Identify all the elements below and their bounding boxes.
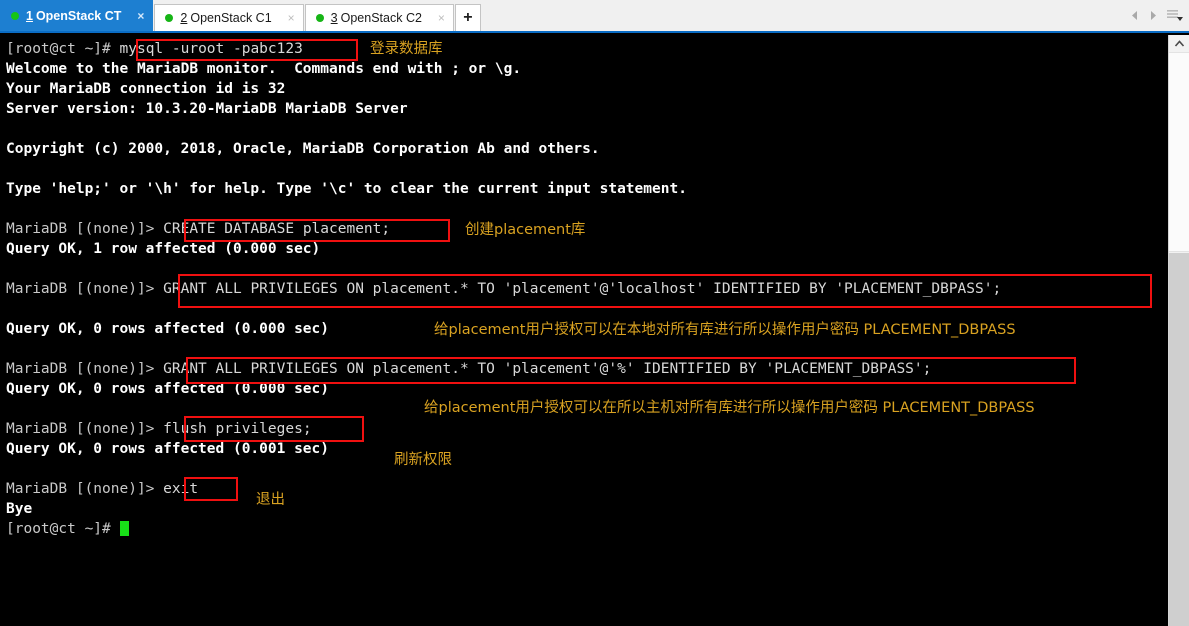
tab-bar: 1 OpenStack CT × 2 OpenStack C1 × 3 Open…: [0, 0, 1189, 33]
close-icon[interactable]: ×: [286, 12, 297, 24]
grant-localhost-command: GRANT ALL PRIVILEGES ON placement.* TO '…: [163, 281, 1002, 297]
tab-number: 1: [26, 9, 33, 23]
terminal-line: MariaDB [(none)]> exit: [6, 479, 1168, 499]
annotation-grant-localhost: 给placement用户授权可以在本地对所有库进行所以操作用户密码 PLACEM…: [434, 322, 1016, 338]
annotation-login-db: 登录数据库: [370, 41, 443, 57]
flush-privileges-command: flush privileges;: [163, 421, 312, 437]
terminal-line: MariaDB [(none)]> GRANT ALL PRIVILEGES O…: [6, 279, 1168, 299]
mariadb-prompt: MariaDB [(none)]>: [6, 221, 164, 237]
vertical-scrollbar[interactable]: [1168, 35, 1189, 626]
terminal-line: [root@ct ~]#: [6, 519, 1168, 539]
mariadb-prompt: MariaDB [(none)]>: [6, 481, 164, 497]
terminal-line: MariaDB [(none)]> CREATE DATABASE placem…: [6, 219, 1168, 239]
mariadb-prompt: MariaDB [(none)]>: [6, 361, 164, 377]
terminal-line: MariaDB [(none)]> GRANT ALL PRIVILEGES O…: [6, 359, 1168, 379]
terminal-line: Server version: 10.3.20-MariaDB MariaDB …: [6, 101, 408, 117]
close-icon[interactable]: ×: [436, 12, 447, 24]
tab-label: OpenStack C2: [340, 11, 422, 25]
tab-label: OpenStack CT: [35, 9, 122, 23]
chevron-right-icon[interactable]: [1146, 6, 1161, 26]
annotation-grant-anyhost: 给placement用户授权可以在所以主机对所有库进行所以操作用户密码 PLAC…: [424, 400, 1035, 416]
terminal-output: [root@ct ~]# mysql -uroot -pabc123 Welco…: [0, 35, 1168, 539]
tab-bar-controls: [1127, 0, 1189, 31]
terminal-line: Copyright (c) 2000, 2018, Oracle, MariaD…: [6, 141, 600, 157]
new-tab-button[interactable]: +: [454, 4, 481, 31]
terminal-line: Type 'help;' or '\h' for help. Type '\c'…: [6, 181, 687, 197]
close-icon[interactable]: ×: [135, 10, 146, 22]
green-dot-icon: [11, 12, 19, 20]
tab-list-dropdown-icon[interactable]: [1165, 6, 1185, 26]
tab-opentack-c2[interactable]: 3 OpenStack C2 ×: [304, 4, 454, 31]
terminal-line: MariaDB [(none)]> flush privileges;: [6, 419, 1168, 439]
green-dot-icon: [165, 14, 174, 22]
text-cursor: [119, 521, 129, 536]
mariadb-prompt: MariaDB [(none)]>: [6, 281, 164, 297]
tab-number: 3: [330, 11, 338, 25]
green-dot-icon: [315, 14, 324, 22]
terminal-line: Bye: [6, 501, 33, 517]
exit-command: exit: [163, 481, 199, 497]
grant-anyhost-command: GRANT ALL PRIVILEGES ON placement.* TO '…: [163, 361, 932, 377]
terminal-window: 1 OpenStack CT × 2 OpenStack C1 × 3 Open…: [0, 0, 1189, 626]
tab-strip: 1 OpenStack CT × 2 OpenStack C1 × 3 Open…: [0, 0, 481, 31]
terminal-line: Query OK, 1 row affected (0.000 sec): [6, 241, 321, 257]
mysql-login-command: mysql -uroot -pabc123: [119, 41, 303, 57]
create-database-command: CREATE DATABASE placement;: [163, 221, 391, 237]
terminal-screen[interactable]: [root@ct ~]# mysql -uroot -pabc123 Welco…: [0, 35, 1168, 626]
tab-opentack-c1[interactable]: 2 OpenStack C1 ×: [154, 4, 304, 31]
scroll-up-button[interactable]: [1169, 35, 1189, 52]
tab-number: 2: [180, 11, 188, 25]
annotation-create-db: 创建placement库: [465, 222, 586, 238]
annotation-exit: 退出: [256, 492, 285, 508]
annotation-flush-privileges: 刷新权限: [394, 452, 452, 468]
terminal-line: Query OK, 0 rows affected (0.001 sec): [6, 441, 330, 457]
chevron-left-icon[interactable]: [1127, 6, 1142, 26]
shell-prompt: [root@ct ~]#: [6, 521, 120, 537]
terminal-line: [root@ct ~]# mysql -uroot -pabc123: [6, 39, 1168, 59]
tab-label: OpenStack C1: [190, 11, 272, 25]
mariadb-prompt: MariaDB [(none)]>: [6, 421, 164, 437]
tab-opentack-ct[interactable]: 1 OpenStack CT ×: [0, 0, 154, 31]
scrollbar-track[interactable]: [1169, 253, 1189, 626]
terminal-line: Welcome to the MariaDB monitor. Commands…: [6, 61, 522, 77]
scrollbar-thumb[interactable]: [1169, 52, 1189, 252]
terminal-line: Your MariaDB connection id is 32: [6, 81, 286, 97]
shell-prompt: [root@ct ~]#: [6, 41, 120, 57]
terminal-line: Query OK, 0 rows affected (0.000 sec): [6, 381, 330, 397]
